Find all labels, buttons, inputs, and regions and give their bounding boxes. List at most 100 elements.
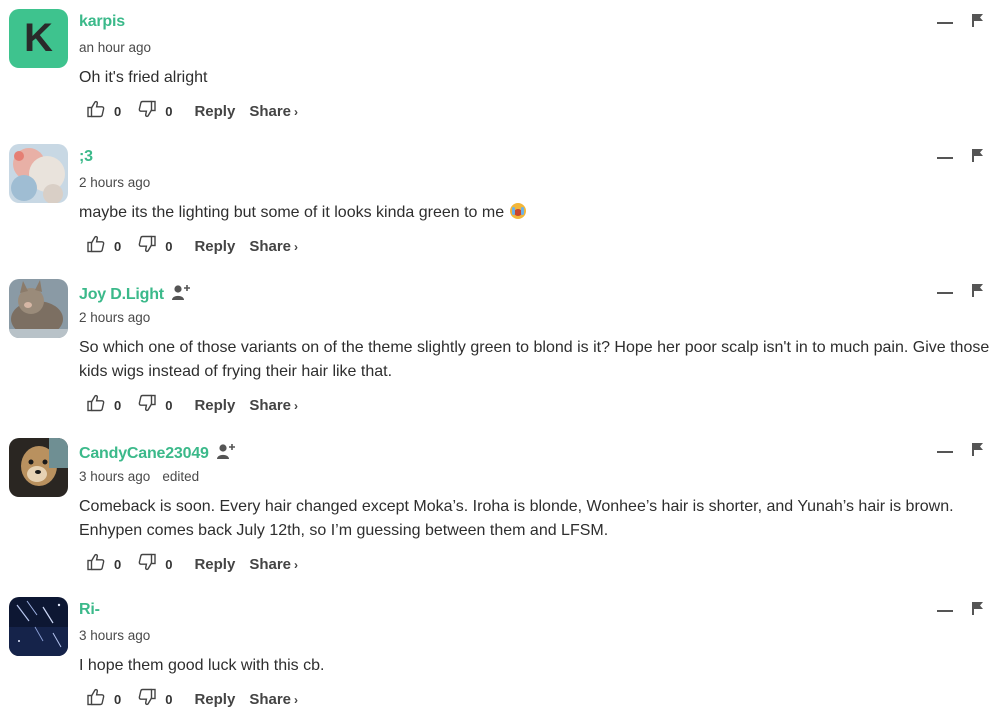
upvote-count: 0 bbox=[114, 397, 122, 413]
comment: CandyCane23049 3 hours ago edited Comebac… bbox=[0, 429, 1008, 588]
thumbs-down-icon bbox=[138, 688, 156, 710]
collapse-button[interactable] bbox=[937, 157, 953, 159]
timestamp[interactable]: 3 hours ago bbox=[79, 469, 150, 484]
downvote-button[interactable]: 0 bbox=[138, 235, 172, 257]
flag-icon[interactable] bbox=[972, 149, 983, 167]
comment-text-content: So which one of those variants on of the… bbox=[79, 339, 990, 380]
share-button[interactable]: Share › bbox=[249, 238, 298, 255]
share-label: Share bbox=[249, 237, 292, 255]
upvote-button[interactable]: 0 bbox=[87, 688, 121, 710]
username-text[interactable]: karpis bbox=[79, 13, 125, 31]
chevron-right-icon: › bbox=[294, 557, 299, 572]
downvote-count: 0 bbox=[165, 556, 173, 572]
comment: K karpis an hour ago Oh it's fried alrig… bbox=[0, 0, 1008, 135]
flag-icon[interactable] bbox=[972, 284, 983, 302]
collapse-button[interactable] bbox=[937, 610, 953, 612]
username[interactable]: Joy D.Light bbox=[79, 283, 192, 306]
thumbs-up-icon bbox=[87, 688, 105, 710]
thumbs-up-icon bbox=[87, 235, 105, 257]
collapse-button[interactable] bbox=[937, 451, 953, 453]
upvote-button[interactable]: 0 bbox=[87, 394, 121, 416]
chevron-right-icon: › bbox=[294, 104, 299, 119]
follow-user-icon[interactable] bbox=[171, 283, 192, 306]
comment-text-content: I hope them good luck with this cb. bbox=[79, 657, 325, 674]
downvote-button[interactable]: 0 bbox=[138, 688, 172, 710]
chevron-right-icon: › bbox=[294, 398, 299, 413]
share-button[interactable]: Share › bbox=[249, 556, 298, 573]
avatar[interactable] bbox=[9, 597, 68, 656]
share-button[interactable]: Share › bbox=[249, 691, 298, 708]
comment-text-content: Oh it's fried alright bbox=[79, 69, 208, 86]
upvote-button[interactable]: 0 bbox=[87, 235, 121, 257]
thumbs-up-icon bbox=[87, 100, 105, 122]
downvote-count: 0 bbox=[165, 238, 173, 254]
username-text[interactable]: Ri- bbox=[79, 601, 100, 619]
comment-meta: an hour ago bbox=[79, 40, 151, 55]
reply-button[interactable]: Reply bbox=[194, 238, 235, 255]
comment-actions: 0 0 Reply Share › bbox=[87, 552, 298, 576]
avatar[interactable] bbox=[9, 279, 68, 338]
flag-icon[interactable] bbox=[972, 14, 983, 32]
downvote-button[interactable]: 0 bbox=[138, 100, 172, 122]
downvote-button[interactable]: 0 bbox=[138, 553, 172, 575]
avatar[interactable] bbox=[9, 438, 68, 497]
follow-user-icon[interactable] bbox=[216, 442, 237, 465]
reply-button[interactable]: Reply bbox=[194, 397, 235, 414]
comment-actions: 0 0 Reply Share › bbox=[87, 234, 298, 258]
username-text[interactable]: Joy D.Light bbox=[79, 286, 164, 304]
flag-icon[interactable] bbox=[972, 443, 983, 461]
thumbs-down-icon bbox=[138, 235, 156, 257]
thumbs-up-icon bbox=[87, 553, 105, 575]
thumbs-down-icon bbox=[138, 394, 156, 416]
flag-icon[interactable] bbox=[972, 602, 983, 620]
username[interactable]: CandyCane23049 bbox=[79, 442, 237, 465]
reply-button[interactable]: Reply bbox=[194, 556, 235, 573]
upvote-count: 0 bbox=[114, 691, 122, 707]
timestamp[interactable]: 3 hours ago bbox=[79, 628, 150, 643]
avatar[interactable]: K bbox=[9, 9, 68, 68]
downvote-count: 0 bbox=[165, 691, 173, 707]
username[interactable]: ;3 bbox=[79, 148, 93, 166]
share-button[interactable]: Share › bbox=[249, 103, 298, 120]
comment-meta: 2 hours ago bbox=[79, 175, 150, 190]
share-button[interactable]: Share › bbox=[249, 397, 298, 414]
timestamp[interactable]: 2 hours ago bbox=[79, 175, 150, 190]
comment-meta: 3 hours ago bbox=[79, 628, 150, 643]
share-label: Share bbox=[249, 102, 292, 120]
downvote-count: 0 bbox=[165, 103, 173, 119]
avatar[interactable] bbox=[9, 144, 68, 203]
share-label: Share bbox=[249, 396, 292, 414]
crying-face-emoji bbox=[510, 203, 527, 219]
downvote-button[interactable]: 0 bbox=[138, 394, 172, 416]
comment: Joy D.Light 2 hours ago So which one of … bbox=[0, 270, 1008, 429]
username-text[interactable]: ;3 bbox=[79, 148, 93, 166]
downvote-count: 0 bbox=[165, 397, 173, 413]
comment-meta: 3 hours ago edited bbox=[79, 469, 199, 484]
username[interactable]: karpis bbox=[79, 13, 125, 31]
comment-actions: 0 0 Reply Share › bbox=[87, 687, 298, 711]
comment-text: I hope them good luck with this cb. bbox=[79, 654, 994, 678]
collapse-button[interactable] bbox=[937, 292, 953, 294]
username[interactable]: Ri- bbox=[79, 601, 100, 619]
share-label: Share bbox=[249, 555, 292, 573]
comment-text: Comeback is soon. Every hair changed exc… bbox=[79, 495, 994, 543]
comment-text-content: maybe its the lighting but some of it lo… bbox=[79, 204, 505, 221]
timestamp[interactable]: 2 hours ago bbox=[79, 310, 150, 325]
comment-meta: 2 hours ago bbox=[79, 310, 150, 325]
comment-text: Oh it's fried alright bbox=[79, 66, 994, 90]
collapse-button[interactable] bbox=[937, 22, 953, 24]
reply-button[interactable]: Reply bbox=[194, 691, 235, 708]
upvote-count: 0 bbox=[114, 238, 122, 254]
reply-button[interactable]: Reply bbox=[194, 103, 235, 120]
comment: ;3 2 hours ago maybe its the lighting bu… bbox=[0, 135, 1008, 270]
comment-actions: 0 0 Reply Share › bbox=[87, 99, 298, 123]
chevron-right-icon: › bbox=[294, 692, 299, 707]
share-label: Share bbox=[249, 690, 292, 708]
upvote-count: 0 bbox=[114, 556, 122, 572]
timestamp[interactable]: an hour ago bbox=[79, 40, 151, 55]
username-text[interactable]: CandyCane23049 bbox=[79, 445, 209, 463]
upvote-button[interactable]: 0 bbox=[87, 100, 121, 122]
edited-label: edited bbox=[162, 469, 200, 484]
upvote-button[interactable]: 0 bbox=[87, 553, 121, 575]
thumbs-down-icon bbox=[138, 553, 156, 575]
